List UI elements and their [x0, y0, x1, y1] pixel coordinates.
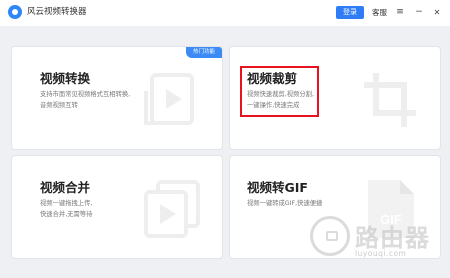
card-description: 视频一键转成GIF,快速便捷 [247, 198, 367, 209]
card-desc-line: 支持市面常见视频格式互相转换, [40, 91, 131, 98]
card-desc-line: 视频一键转成GIF,快速便捷 [247, 200, 323, 207]
card-title: 视频转换 [40, 71, 91, 86]
app-logo-icon [8, 5, 22, 19]
video-merge-card[interactable]: 视频合并 视频一键拖拽上传, 快速合并,无需等待 [11, 155, 223, 259]
watermark: 路由器 luyouqi.com [307, 212, 447, 270]
app-title: 风云视频转换器 [27, 7, 87, 17]
menu-icon[interactable]: ≡ [394, 6, 406, 19]
card-description: 支持市面常见视频格式互相转换, 音频视频互转 [40, 89, 140, 111]
close-icon[interactable]: ✕ [431, 6, 443, 19]
card-title: 视频转GIF [247, 180, 308, 195]
crop-icon [364, 73, 416, 127]
hot-feature-badge: 热门功能 [186, 47, 222, 58]
merge-icon [144, 180, 200, 238]
card-desc-line: 快速合并,无需等待 [40, 211, 93, 218]
watermark-logo-icon [310, 216, 350, 256]
video-convert-card[interactable]: 热门功能 视频转换 支持市面常见视频格式互相转换, 音频视频互转 [11, 46, 223, 150]
highlight-box [240, 66, 319, 117]
title-bar: 风云视频转换器 登录 客服 ≡ − ✕ [0, 0, 450, 26]
card-description: 视频一键拖拽上传, 快速合并,无需等待 [40, 198, 140, 220]
customer-service-link[interactable]: 客服 [372, 6, 387, 19]
watermark-text: 路由器 [355, 224, 430, 252]
watermark-sub: luyouqi.com [355, 249, 407, 258]
login-button[interactable]: 登录 [336, 6, 364, 19]
card-title: 视频合并 [40, 180, 91, 195]
play-icon [144, 73, 194, 125]
card-desc-line: 视频一键拖拽上传, [40, 200, 93, 207]
card-desc-line: 音频视频互转 [40, 102, 78, 109]
minimize-icon[interactable]: − [413, 6, 425, 19]
